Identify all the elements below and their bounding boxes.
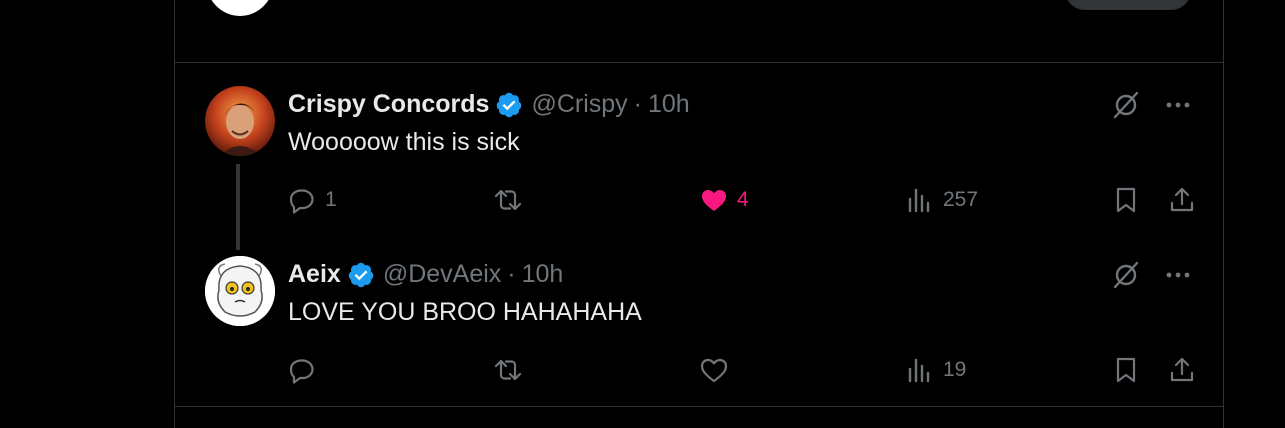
- like-button[interactable]: [699, 350, 737, 390]
- bookmark-button[interactable]: [1111, 180, 1141, 220]
- more-icon[interactable]: [1163, 260, 1193, 295]
- view-count: 19: [943, 358, 967, 381]
- like-icon: [700, 358, 728, 383]
- like-count: 4: [737, 188, 749, 211]
- tweet-aeix[interactable]: Aeix @DevAeix · 10h LOVE YOU BROO HAHAHA…: [175, 256, 1223, 426]
- separator-bottom: [175, 406, 1223, 407]
- tweet-time[interactable]: 10h: [648, 90, 690, 119]
- views-icon: [908, 358, 930, 383]
- share-button[interactable]: [1167, 350, 1197, 390]
- previous-tweet-button[interactable]: [1065, 0, 1191, 10]
- verified-badge-icon: [347, 261, 375, 289]
- separator-dot: ·: [507, 260, 516, 288]
- separator-dot: ·: [633, 90, 642, 118]
- view-count: 257: [943, 188, 979, 211]
- views-icon: [908, 188, 930, 213]
- reply-button[interactable]: 1: [287, 180, 337, 220]
- bookmark-icon: [1116, 187, 1136, 213]
- reply-icon: [289, 359, 314, 384]
- author-handle[interactable]: @DevAeix: [383, 260, 501, 289]
- views-button[interactable]: 19: [905, 350, 966, 390]
- like-icon: [702, 190, 726, 211]
- tweet-crispy[interactable]: Crispy Concords @Crispy · 10h Wooooow th…: [175, 86, 1223, 256]
- share-icon: [1170, 357, 1194, 382]
- previous-tweet-avatar[interactable]: [205, 0, 275, 16]
- share-button[interactable]: [1167, 180, 1197, 220]
- repost-icon: [494, 359, 522, 381]
- separator-top: [175, 62, 1223, 63]
- views-button[interactable]: 257: [905, 180, 978, 220]
- tweet-actions: 1 4 257: [287, 180, 1199, 220]
- repost-button[interactable]: [493, 350, 531, 390]
- reply-count: 1: [325, 188, 337, 211]
- avatar-crispy[interactable]: [205, 86, 275, 156]
- author-name[interactable]: Crispy Concords: [288, 90, 489, 119]
- bookmark-icon: [1116, 357, 1136, 383]
- tweet-corner-actions: [1111, 90, 1193, 125]
- tweet-time[interactable]: 10h: [522, 260, 564, 289]
- timeline-column: Crispy Concords @Crispy · 10h Wooooow th…: [174, 0, 1224, 428]
- author-name[interactable]: Aeix: [288, 260, 341, 289]
- more-icon[interactable]: [1163, 90, 1193, 125]
- avatar-aeix[interactable]: [205, 256, 275, 326]
- grok-icon[interactable]: [1111, 260, 1141, 295]
- verified-badge-icon: [495, 91, 523, 119]
- tweet-text: LOVE YOU BROO HAHAHAHA: [288, 298, 642, 326]
- reply-button[interactable]: [287, 350, 325, 390]
- author-handle[interactable]: @Crispy: [531, 90, 627, 119]
- tweet-text: Wooooow this is sick: [288, 128, 520, 156]
- reply-icon: [289, 189, 314, 214]
- repost-icon: [494, 189, 522, 211]
- bookmark-button[interactable]: [1111, 350, 1141, 390]
- like-button[interactable]: 4: [699, 180, 749, 220]
- tweet-header: Aeix @DevAeix · 10h: [288, 260, 563, 289]
- share-icon: [1170, 187, 1194, 212]
- tweet-corner-actions: [1111, 260, 1193, 295]
- tweet-actions: 19: [287, 350, 1199, 390]
- grok-icon[interactable]: [1111, 90, 1141, 125]
- thread-line: [236, 164, 240, 250]
- tweet-header: Crispy Concords @Crispy · 10h: [288, 90, 690, 119]
- repost-button[interactable]: [493, 180, 531, 220]
